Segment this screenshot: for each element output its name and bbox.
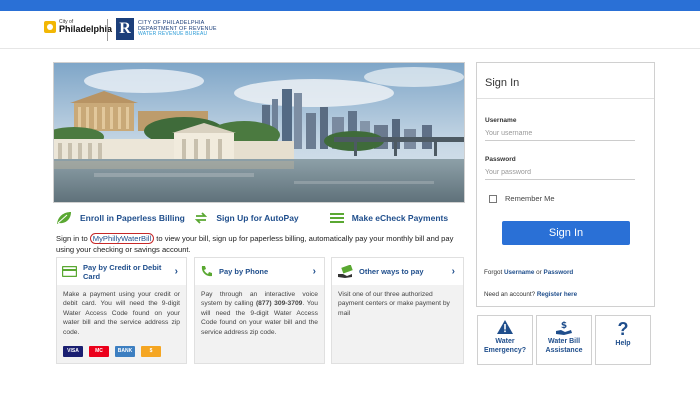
checkbox-icon	[489, 194, 497, 203]
remember-me-checkbox[interactable]: Remember Me	[489, 194, 555, 203]
forgot-password-link[interactable]: Password	[544, 269, 574, 276]
city-logo-mark-icon	[44, 21, 56, 33]
list-icon	[329, 212, 344, 224]
forgot-username-link[interactable]: Username	[504, 269, 534, 276]
make-echeck-payments-label: Make eCheck Payments	[351, 213, 449, 223]
money-hand-icon: $	[555, 320, 573, 336]
sign-up-autopay-link[interactable]: Sign Up for AutoPay	[194, 209, 329, 227]
cash-logo-icon: $	[141, 346, 161, 357]
chevron-right-icon: ›	[312, 266, 316, 277]
remember-me-label: Remember Me	[505, 194, 555, 203]
intro-text-before: Sign in to	[56, 234, 90, 243]
pay-by-phone-description: Pay through an interactive voice system …	[195, 285, 324, 342]
make-echeck-payments-link[interactable]: Make eCheck Payments	[329, 209, 468, 227]
help-label: Help	[615, 340, 631, 347]
help-link[interactable]: ? Help	[595, 315, 651, 365]
chevron-right-icon: ›	[174, 266, 178, 277]
svg-text:$: $	[561, 321, 567, 331]
dept-logo-line3: WATER REVENUE BUREAU	[138, 31, 208, 38]
chevron-right-icon: ›	[451, 266, 455, 277]
forgot-prefix: Forgot	[484, 269, 504, 276]
credit-card-icon	[62, 266, 77, 277]
header-divider	[107, 19, 108, 41]
sign-in-button[interactable]: Sign In	[502, 221, 630, 245]
mastercard-logo-icon: MC	[89, 346, 109, 357]
warning-icon	[497, 320, 513, 336]
pay-by-card-description: Make a payment using your credit or debi…	[63, 291, 180, 336]
need-account-prefix: Need an account?	[484, 291, 537, 298]
other-ways-to-pay-title: Other ways to pay	[359, 267, 424, 276]
top-accent-bar	[0, 0, 700, 11]
pay-by-card-panel: Pay by Credit or Debit Card › Make a pay…	[56, 257, 187, 364]
need-account-text: Need an account? Register here	[484, 291, 577, 298]
question-icon: ?	[617, 319, 629, 339]
pay-by-phone-header[interactable]: Pay by Phone ›	[195, 258, 324, 285]
revenue-logo-icon: R	[116, 18, 134, 40]
water-bill-assistance-link[interactable]: $ Water Bill Assistance	[536, 315, 592, 365]
leaf-icon	[56, 211, 72, 225]
water-bill-assistance-label: Water Bill Assistance	[545, 338, 583, 354]
pay-by-card-title: Pay by Credit or Debit Card	[83, 262, 162, 281]
password-input[interactable]	[485, 166, 635, 180]
sign-in-panel: Sign In Username Password Remember Me Si…	[476, 62, 655, 307]
skyline-illustration	[54, 63, 464, 202]
water-emergency-label: Water Emergency?	[483, 338, 527, 354]
forgot-credentials-text: Forgot Username or Password	[484, 269, 573, 276]
pay-by-phone-panel: Pay by Phone › Pay through an interactiv…	[194, 257, 325, 364]
myphillywaterbill-link[interactable]: MyPhillyWaterBill	[89, 233, 155, 244]
hero-image-philadelphia-skyline	[53, 62, 465, 203]
username-input[interactable]	[485, 127, 635, 141]
other-ways-to-pay-description: Visit one of our three authorized paymen…	[338, 291, 450, 317]
pay-by-phone-title: Pay by Phone	[219, 267, 269, 276]
visa-logo-icon: VISA	[63, 346, 83, 357]
department-of-revenue-logo[interactable]: R CITY OF PHILADELPHIA DEPARTMENT OF REV…	[116, 18, 217, 40]
enroll-paperless-billing-link[interactable]: Enroll in Paperless Billing	[56, 209, 194, 227]
password-label: Password	[485, 156, 516, 163]
sign-in-heading: Sign In	[477, 63, 654, 99]
pay-by-card-header[interactable]: Pay by Credit or Debit Card ›	[57, 258, 186, 285]
register-here-link[interactable]: Register here	[537, 291, 577, 298]
other-ways-to-pay-header[interactable]: Other ways to pay ›	[332, 258, 463, 285]
enroll-paperless-billing-label: Enroll in Paperless Billing	[80, 213, 185, 223]
sign-up-autopay-label: Sign Up for AutoPay	[216, 213, 299, 223]
intro-text: Sign in to MyPhillyWaterBill to view you…	[56, 233, 468, 255]
city-of-philadelphia-logo[interactable]: City of Philadelphia	[44, 20, 112, 34]
phone-icon	[200, 265, 213, 278]
other-ways-to-pay-panel: Other ways to pay › Visit one of our thr…	[331, 257, 464, 364]
cash-hand-icon	[337, 264, 353, 279]
autopay-arrows-icon	[194, 211, 208, 225]
water-emergency-link[interactable]: Water Emergency?	[477, 315, 533, 365]
bank-card-logo-icon: BANK	[115, 346, 135, 357]
site-header: City of Philadelphia R CITY OF PHILADELP…	[0, 11, 700, 49]
username-label: Username	[485, 117, 517, 124]
accepted-payment-logos: VISA MC BANK $	[63, 346, 161, 357]
phone-number[interactable]: (877) 309-3709	[256, 300, 302, 307]
quick-actions: Enroll in Paperless Billing Sign Up for …	[56, 209, 468, 227]
city-logo-name: Philadelphia	[59, 24, 113, 34]
forgot-or-text: or	[534, 269, 544, 276]
